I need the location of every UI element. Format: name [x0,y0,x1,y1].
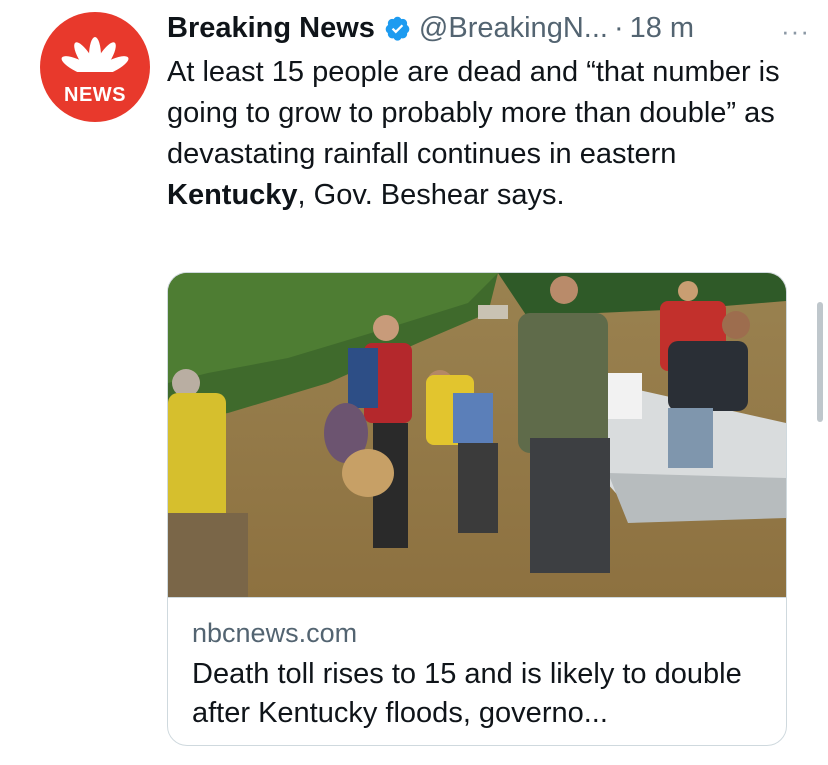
tweet-text-part: , Gov. Beshear says. [297,179,565,211]
card-title: Death toll rises to 15 and is likely to … [192,658,742,729]
tweet-text: At least 15 people are dead and “that nu… [167,52,787,216]
avatar[interactable]: NEWS [40,12,150,122]
separator-dot: · [613,11,624,44]
display-name[interactable]: Breaking News [167,12,375,45]
user-handle[interactable]: @BreakingN... [419,12,608,45]
card-divider [168,597,786,598]
card-image [168,273,786,597]
tweet-text-part: At least 15 people are dead and “that nu… [167,56,780,170]
tweet-header: Breaking News @BreakingN... · 18 m [167,8,810,48]
link-card[interactable]: nbcnews.com Death toll rises to 15 and i… [167,272,787,746]
scrollbar[interactable] [817,302,823,422]
more-options-icon[interactable]: ··· [781,16,810,47]
verified-badge-icon [385,16,410,41]
card-domain: nbcnews.com [192,618,358,648]
tweet-timestamp[interactable]: 18 m [630,12,694,45]
avatar-label: NEWS [64,84,126,106]
tweet-text-bold: Kentucky [167,179,298,211]
